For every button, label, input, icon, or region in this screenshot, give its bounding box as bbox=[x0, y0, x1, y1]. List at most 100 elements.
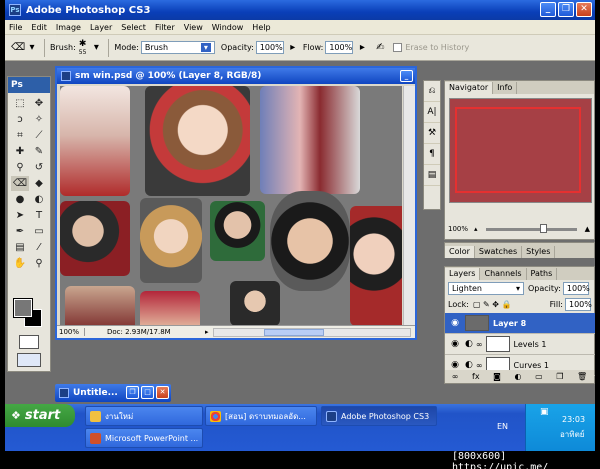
navigator-zoom[interactable]: 100% bbox=[448, 225, 468, 233]
screen-mode-button[interactable] bbox=[17, 353, 41, 367]
healing-brush-icon[interactable]: ✚ bbox=[11, 144, 29, 159]
hand-tool-icon[interactable]: ✋ bbox=[11, 256, 29, 271]
zoom-slider[interactable] bbox=[485, 223, 577, 233]
paint-bucket-icon[interactable]: ◆ bbox=[30, 176, 48, 191]
tool-presets-icon[interactable]: ⚒ bbox=[424, 123, 440, 144]
lasso-tool-icon[interactable]: ↄ bbox=[11, 112, 29, 127]
navigator-thumbnail[interactable] bbox=[449, 98, 592, 203]
move-tool-icon[interactable]: ✥ bbox=[30, 96, 48, 111]
taskbar-item[interactable]: Adobe Photoshop CS3 bbox=[321, 406, 437, 426]
menu-edit[interactable]: Edit bbox=[31, 23, 47, 32]
notes-tool-icon[interactable]: ▤ bbox=[11, 240, 29, 255]
link-layers-icon[interactable]: ∞ bbox=[452, 372, 459, 381]
zoom-out-icon[interactable]: ▴ bbox=[474, 225, 478, 233]
navigator-view-box[interactable] bbox=[455, 107, 581, 193]
document-vertical-scrollbar[interactable] bbox=[403, 86, 415, 326]
menu-image[interactable]: Image bbox=[56, 23, 81, 32]
lock-icons[interactable]: ▢ ✎ ✥ 🔒 bbox=[473, 300, 512, 309]
history-brush-icon[interactable]: ↺ bbox=[30, 160, 48, 175]
menu-layer[interactable]: Layer bbox=[90, 23, 112, 32]
flow-field[interactable]: 100% bbox=[325, 41, 354, 54]
foreground-color-swatch[interactable] bbox=[13, 298, 33, 318]
restore-button[interactable]: ❐ bbox=[558, 2, 574, 17]
tab-info[interactable]: Info bbox=[493, 82, 518, 94]
new-group-icon[interactable]: ▭ bbox=[535, 372, 543, 381]
paragraph-icon[interactable]: ¶ bbox=[424, 144, 440, 165]
trash-icon[interactable]: 🗑 bbox=[577, 372, 587, 381]
chevron-right-icon[interactable]: ▸ bbox=[286, 41, 300, 55]
document-title-bar[interactable]: sm win.psd @ 100% (Layer 8, RGB/8) _ bbox=[57, 68, 415, 84]
new-adjustment-icon[interactable]: ◐ bbox=[515, 372, 522, 381]
chevron-right-icon[interactable]: ▸ bbox=[355, 41, 369, 55]
taskbar-item[interactable]: Microsoft PowerPoint ... bbox=[85, 428, 203, 448]
slice-tool-icon[interactable]: ⟋ bbox=[30, 128, 48, 143]
mode-select[interactable]: Brush ▾ bbox=[140, 41, 215, 54]
document-zoom[interactable]: 100% bbox=[57, 328, 85, 336]
add-mask-icon[interactable]: ◙ bbox=[493, 372, 501, 381]
eyedropper-icon[interactable]: ⁄ bbox=[30, 240, 48, 255]
tab-layers[interactable]: Layers bbox=[445, 268, 481, 280]
document-horizontal-scrollbar[interactable] bbox=[212, 327, 411, 337]
eye-icon[interactable]: ◉ bbox=[448, 337, 462, 351]
taskbar-item[interactable]: [สอน] ดราบทมอลอัด... bbox=[205, 406, 317, 426]
close-button[interactable]: ✕ bbox=[576, 2, 592, 17]
menu-select[interactable]: Select bbox=[121, 23, 146, 32]
taskbar-item[interactable]: งานใหม่ bbox=[85, 406, 203, 426]
menu-view[interactable]: View bbox=[184, 23, 203, 32]
maximize-button[interactable]: □ bbox=[141, 386, 154, 399]
minimized-document-window[interactable]: Untitle... ❐ □ ✕ bbox=[55, 384, 171, 402]
clone-stamp-icon[interactable]: ⚲ bbox=[11, 160, 29, 175]
chevron-down-icon[interactable]: ▾ bbox=[25, 41, 39, 55]
chevron-right-icon[interactable]: ▸ bbox=[205, 328, 209, 336]
path-selection-icon[interactable]: ➤ bbox=[11, 208, 29, 223]
airbrush-icon[interactable]: ✍ bbox=[373, 41, 387, 55]
history-icon[interactable]: ⎌ bbox=[424, 81, 440, 102]
menu-help[interactable]: Help bbox=[252, 23, 270, 32]
layer-row[interactable]: ◉ Layer 8 bbox=[445, 313, 595, 334]
network-icon[interactable]: ▣ bbox=[540, 407, 549, 417]
menu-filter[interactable]: Filter bbox=[155, 23, 175, 32]
eye-icon[interactable]: ◉ bbox=[448, 316, 462, 330]
opacity-field[interactable]: 100% bbox=[255, 41, 284, 54]
marquee-tool-icon[interactable]: ⬚ bbox=[11, 96, 29, 111]
start-button[interactable]: ❖ start bbox=[5, 404, 75, 427]
tab-styles[interactable]: Styles bbox=[522, 246, 556, 258]
layer-row[interactable]: ◉ ◐ ∞ Levels 1 bbox=[445, 334, 595, 355]
tab-channels[interactable]: Channels bbox=[480, 268, 527, 280]
zoom-tool-icon[interactable]: ⚲ bbox=[30, 256, 48, 271]
brush-tool-icon[interactable]: ✎ bbox=[30, 144, 48, 159]
tab-navigator[interactable]: Navigator bbox=[445, 82, 494, 94]
character-icon[interactable]: A| bbox=[424, 102, 440, 123]
eraser-tool-icon[interactable]: ⌫ bbox=[11, 41, 25, 55]
tab-paths[interactable]: Paths bbox=[527, 268, 558, 280]
blend-mode-select[interactable]: Lighten ▾ bbox=[448, 281, 524, 295]
crop-tool-icon[interactable]: ⌗ bbox=[11, 128, 29, 143]
quick-mask-button[interactable] bbox=[19, 335, 39, 349]
brush-preset-picker[interactable]: ✱ 55 bbox=[79, 39, 87, 56]
erase-history-checkbox[interactable] bbox=[393, 43, 403, 52]
menu-window[interactable]: Window bbox=[212, 23, 244, 32]
language-indicator[interactable]: EN bbox=[497, 422, 508, 431]
dodge-tool-icon[interactable]: ◐ bbox=[30, 192, 48, 207]
tab-color[interactable]: Color bbox=[445, 246, 475, 258]
layer-opacity-field[interactable]: 100% bbox=[562, 281, 590, 295]
clock-time[interactable]: 23:03 bbox=[562, 415, 585, 424]
layer-style-icon[interactable]: fx bbox=[472, 372, 480, 381]
zoom-in-icon[interactable]: ▲ bbox=[585, 225, 590, 233]
restore-button[interactable]: ❐ bbox=[126, 386, 139, 399]
menu-file[interactable]: File bbox=[9, 23, 22, 32]
pen-tool-icon[interactable]: ✒ bbox=[11, 224, 29, 239]
magic-wand-icon[interactable]: ✧ bbox=[30, 112, 48, 127]
new-layer-icon[interactable]: ❐ bbox=[556, 372, 563, 381]
blur-tool-icon[interactable]: ● bbox=[11, 192, 29, 207]
actions-icon[interactable]: ▤ bbox=[424, 165, 440, 186]
scroll-thumb[interactable] bbox=[263, 328, 324, 336]
shape-tool-icon[interactable]: ▭ bbox=[30, 224, 48, 239]
tab-swatches[interactable]: Swatches bbox=[475, 246, 523, 258]
eraser-tool-icon[interactable]: ⌫ bbox=[11, 176, 29, 191]
chevron-down-icon[interactable]: ▾ bbox=[89, 41, 103, 55]
doc-minimize-button[interactable]: _ bbox=[400, 70, 413, 82]
image-canvas[interactable] bbox=[60, 86, 402, 326]
type-tool-icon[interactable]: T bbox=[30, 208, 48, 223]
zoom-slider-knob[interactable] bbox=[539, 223, 547, 233]
